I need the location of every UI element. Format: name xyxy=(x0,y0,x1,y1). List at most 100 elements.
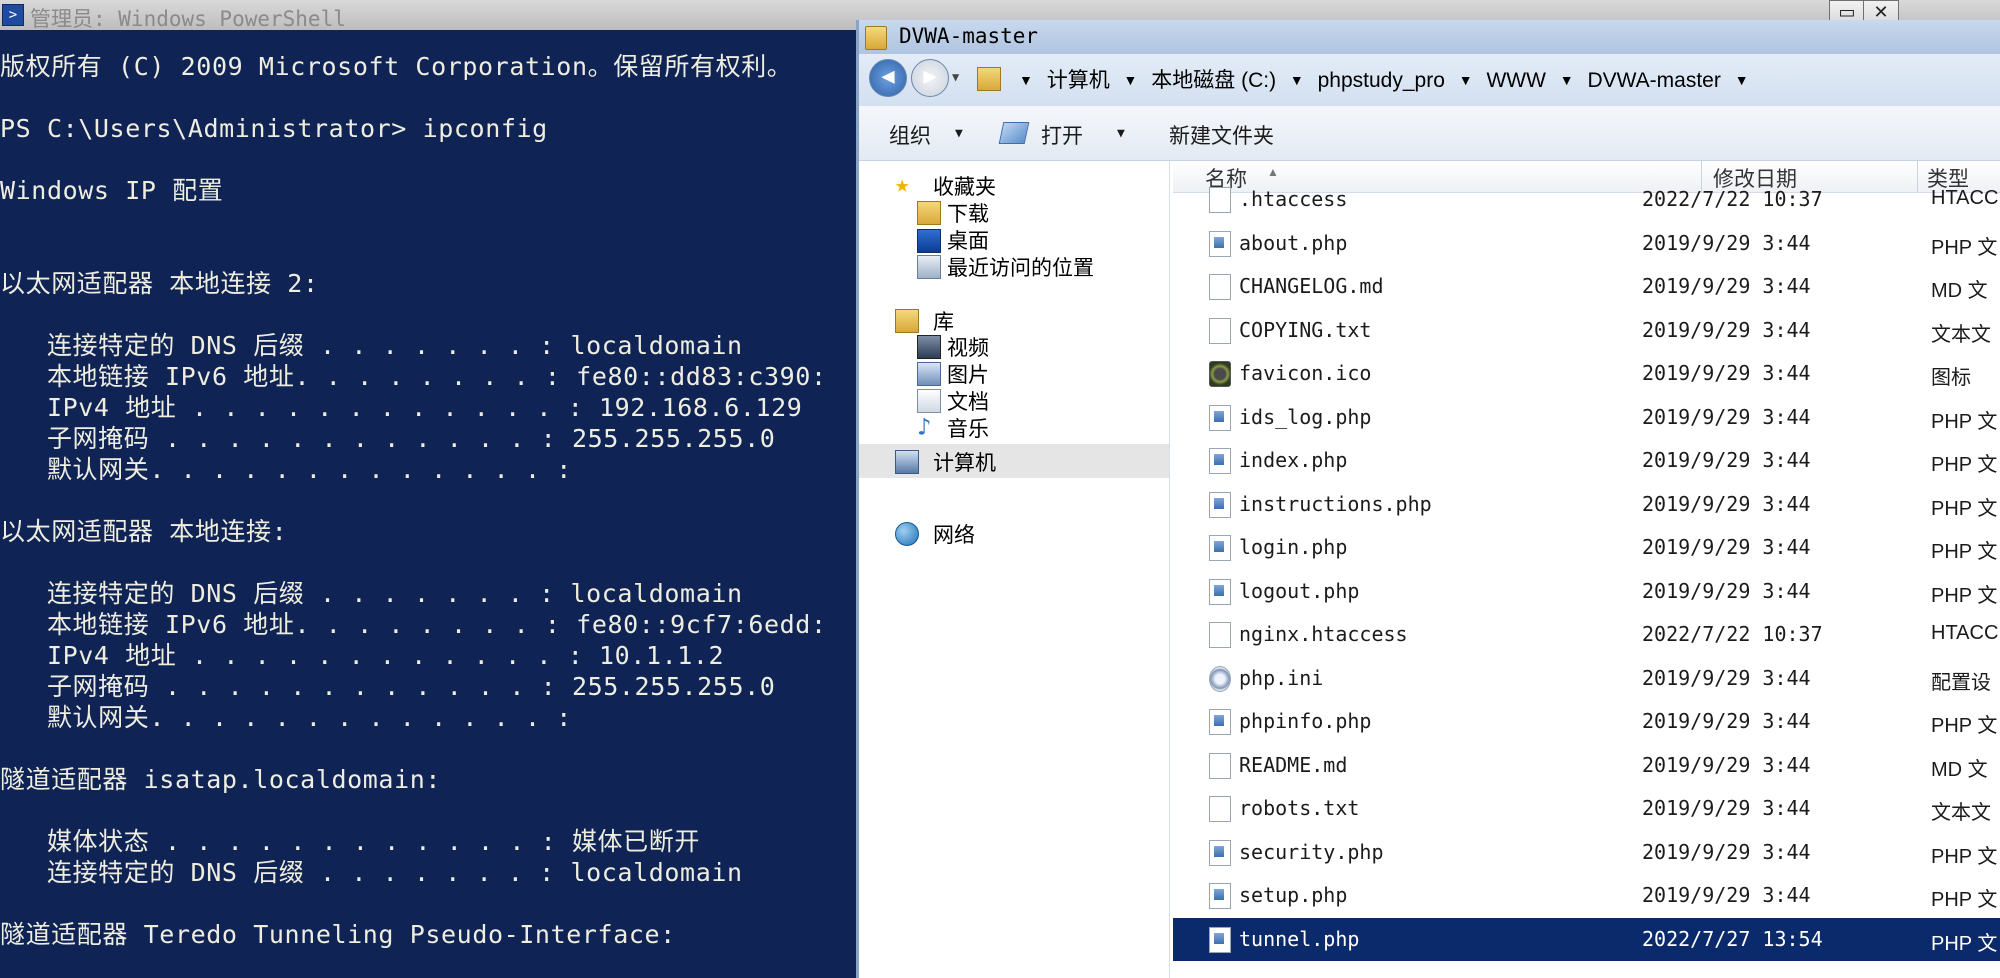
file-row[interactable]: login.php 2019/9/29 3:44 PHP 文 xyxy=(1173,526,2000,569)
file-date: 2019/9/29 3:44 xyxy=(1642,404,1811,429)
nav-music[interactable]: 音乐 xyxy=(947,413,989,443)
chevron-down-icon[interactable]: ▼ xyxy=(955,126,963,141)
file-row[interactable]: index.php 2019/9/29 3:44 PHP 文 xyxy=(1173,439,2000,482)
file-type: PHP 文 xyxy=(1931,541,1998,563)
file-icon xyxy=(1209,187,1231,213)
file-type: PHP 文 xyxy=(1931,454,1998,476)
console-line: 隧道适配器 isatap.localdomain: xyxy=(0,765,442,794)
file-name: logout.php xyxy=(1239,578,1360,603)
file-row[interactable]: php.ini 2019/9/29 3:44 配置设 xyxy=(1173,657,2000,700)
explorer-window: DVWA-master ◀ ▶ ▼ ▼ 计算机 ▼ 本地磁盘 (C:) ▼ ph… xyxy=(856,20,2000,978)
breadcrumb-item[interactable]: 计算机 xyxy=(1047,64,1110,94)
file-row[interactable]: COPYING.txt 2019/9/29 3:44 文本文 xyxy=(1173,309,2000,352)
config-file-icon xyxy=(1209,665,1231,692)
file-date: 2019/9/29 3:44 xyxy=(1642,752,1811,777)
history-dropdown-icon[interactable]: ▼ xyxy=(952,70,959,84)
sort-ascending-icon: ▲ xyxy=(1267,165,1279,179)
nav-videos[interactable]: 视频 xyxy=(947,332,989,362)
console-line: 以太网适配器 本地连接: xyxy=(0,517,288,546)
open-button[interactable]: 打开 xyxy=(1041,120,1083,150)
nav-computer[interactable]: 计算机 xyxy=(933,447,996,477)
file-name: .htaccess xyxy=(1239,187,1348,211)
desktop-icon xyxy=(917,229,941,253)
file-name: CHANGELOG.md xyxy=(1239,274,1384,298)
php-file-icon xyxy=(1209,404,1231,431)
file-row[interactable]: instructions.php 2019/9/29 3:44 PHP 文 xyxy=(1173,483,2000,526)
php-file-icon xyxy=(1209,535,1231,561)
file-row[interactable]: favicon.ico 2019/9/29 3:44 图标 xyxy=(1173,352,2000,395)
nav-documents[interactable]: 文档 xyxy=(947,386,989,416)
breadcrumb-item[interactable]: phpstudy_pro xyxy=(1318,69,1445,93)
breadcrumb-item[interactable]: WWW xyxy=(1486,69,1545,93)
chevron-down-icon[interactable]: ▼ xyxy=(1459,72,1473,88)
nav-downloads[interactable]: 下载 xyxy=(947,198,989,228)
file-type: PHP 文 xyxy=(1931,932,1998,955)
chevron-down-icon[interactable]: ▼ xyxy=(1124,72,1138,88)
file-row[interactable]: ids_log.php 2019/9/29 3:44 PHP 文 xyxy=(1173,396,2000,439)
file-date: 2019/9/29 3:44 xyxy=(1642,230,1811,255)
file-row[interactable]: README.md 2019/9/29 3:44 MD 文 xyxy=(1173,744,2000,787)
file-name: COPYING.txt xyxy=(1239,317,1372,342)
chevron-down-icon[interactable]: ▼ xyxy=(1117,126,1125,141)
nav-computer-row[interactable]: 计算机 xyxy=(859,444,1169,478)
organize-button[interactable]: 组织 xyxy=(889,120,931,150)
nav-pictures[interactable]: 图片 xyxy=(947,359,989,389)
file-name: robots.txt xyxy=(1239,796,1360,820)
file-type: HTACC xyxy=(1931,622,1999,644)
explorer-titlebar[interactable]: DVWA-master xyxy=(859,20,2000,54)
back-button[interactable]: ◀ xyxy=(869,59,907,97)
php-file-icon xyxy=(1209,491,1231,518)
file-row[interactable]: tunnel.php 2022/7/27 13:54 PHP 文 xyxy=(1173,917,2000,961)
breadcrumb[interactable]: ▼ 计算机 ▼ 本地磁盘 (C:) ▼ phpstudy_pro ▼ WWW ▼… xyxy=(1019,64,1757,94)
file-row[interactable]: security.php 2019/9/29 3:44 PHP 文 xyxy=(1173,831,2000,874)
chevron-down-icon[interactable]: ▼ xyxy=(1019,72,1033,88)
console-line: 连接特定的 DNS 后缀 . . . . . . . : localdomain xyxy=(0,579,743,608)
chevron-down-icon[interactable]: ▼ xyxy=(1735,72,1749,88)
nav-favorites[interactable]: 收藏夹 xyxy=(933,171,996,201)
nav-network[interactable]: 网络 xyxy=(933,519,975,549)
new-folder-button[interactable]: 新建文件夹 xyxy=(1169,120,1274,150)
file-name: phpinfo.php xyxy=(1239,709,1372,733)
file-date: 2019/9/29 3:44 xyxy=(1642,491,1811,516)
file-date: 2019/9/29 3:44 xyxy=(1642,709,1811,733)
address-bar: ◀ ▶ ▼ ▼ 计算机 ▼ 本地磁盘 (C:) ▼ phpstudy_pro ▼… xyxy=(859,54,2000,106)
network-icon xyxy=(895,522,919,546)
console-line: IPv4 地址 . . . . . . . . . . . . : 10.1.1… xyxy=(0,641,725,670)
powershell-title: 管理员: Windows PowerShell xyxy=(30,7,346,31)
file-type: PHP 文 xyxy=(1931,715,1998,737)
computer-icon xyxy=(895,450,919,474)
breadcrumb-item[interactable]: 本地磁盘 (C:) xyxy=(1151,64,1276,94)
music-icon: ♪ xyxy=(917,413,932,441)
file-name: tunnel.php xyxy=(1239,926,1360,951)
forward-button[interactable]: ▶ xyxy=(911,59,949,97)
file-name: ids_log.php xyxy=(1239,404,1372,429)
chevron-down-icon[interactable]: ▼ xyxy=(1560,72,1574,88)
console-line: 以太网适配器 本地连接 2: xyxy=(0,269,319,298)
chevron-down-icon[interactable]: ▼ xyxy=(1290,72,1304,88)
file-date: 2019/9/29 3:44 xyxy=(1642,578,1811,603)
powershell-icon: > xyxy=(2,4,24,26)
file-name: nginx.htaccess xyxy=(1239,622,1408,646)
file-name: instructions.php xyxy=(1239,491,1432,516)
file-date: 2019/9/29 3:44 xyxy=(1642,448,1811,472)
console-line: 子网掩码 . . . . . . . . . . . . : 255.255.2… xyxy=(0,424,776,453)
file-icon xyxy=(1209,274,1231,300)
file-name: favicon.ico xyxy=(1239,361,1372,385)
powershell-console[interactable]: 版权所有 (C) 2009 Microsoft Corporation。保留所有… xyxy=(0,30,858,978)
console-line: PS C:\Users\Administrator> ipconfig xyxy=(0,114,548,143)
file-row[interactable]: about.php 2019/9/29 3:44 PHP 文 xyxy=(1173,222,2000,265)
breadcrumb-item[interactable]: DVWA-master xyxy=(1587,69,1720,93)
image-file-icon xyxy=(1209,361,1231,387)
file-row[interactable]: robots.txt 2019/9/29 3:44 文本文 xyxy=(1173,787,2000,830)
file-row[interactable]: .htaccess 2022/7/22 10:37 HTACC xyxy=(1173,178,2000,221)
file-row[interactable]: phpinfo.php 2019/9/29 3:44 PHP 文 xyxy=(1173,700,2000,743)
nav-recent[interactable]: 最近访问的位置 xyxy=(947,252,1094,282)
file-row[interactable]: nginx.htaccess 2022/7/22 10:37 HTACC xyxy=(1173,613,2000,656)
file-type: PHP 文 xyxy=(1931,497,1998,520)
file-row[interactable]: setup.php 2019/9/29 3:44 PHP 文 xyxy=(1173,874,2000,917)
file-type: 文本文 xyxy=(1931,802,1991,824)
file-row[interactable]: CHANGELOG.md 2019/9/29 3:44 MD 文 xyxy=(1173,265,2000,308)
file-row[interactable]: logout.php 2019/9/29 3:44 PHP 文 xyxy=(1173,570,2000,613)
nav-desktop[interactable]: 桌面 xyxy=(947,225,989,255)
file-date: 2019/9/29 3:44 xyxy=(1642,361,1811,385)
